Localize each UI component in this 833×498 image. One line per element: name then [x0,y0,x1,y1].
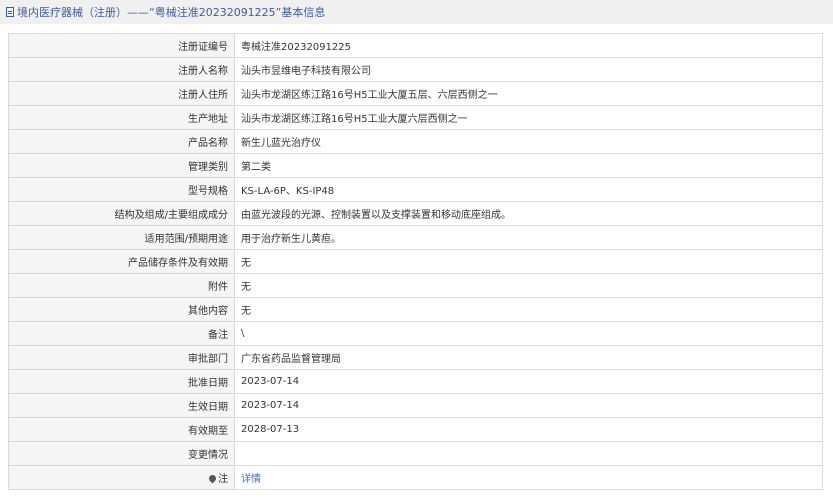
row-value: 无 [234,297,823,322]
row-label: 注册人住所 [8,81,235,106]
row-label: 变更情况 [8,441,235,466]
table-row: 审批部门 广东省药品监督管理局 [8,345,823,370]
row-label: 产品名称 [8,129,235,154]
row-value: 2023-07-14 [234,369,823,394]
row-value: 无 [234,273,823,298]
pin-icon [207,473,218,484]
table-row: 型号规格 KS-LA-6P、KS-IP48 [8,177,823,202]
table-row: 产品名称 新生儿蓝光治疗仪 [8,129,823,154]
row-value: 第二类 [234,153,823,178]
page-header: 境内医疗器械（注册）——“粤械注准20232091225”基本信息 [0,0,833,24]
row-value: KS-LA-6P、KS-IP48 [234,177,823,202]
table-row: 注册证编号 粤械注准20232091225 [8,33,823,58]
row-label: 适用范围/预期用途 [8,225,235,250]
row-label: 注册证编号 [8,33,235,58]
row-label: 结构及组成/主要组成成分 [8,201,235,226]
row-value: 2023-07-14 [234,393,823,418]
table-row: 其他内容 无 [8,297,823,322]
row-value: \ [234,321,823,346]
page-title: 境内医疗器械（注册）——“粤械注准20232091225”基本信息 [17,6,326,19]
table-row: 生效日期 2023-07-14 [8,393,823,418]
table-row: 注册人名称 汕头市昱维电子科技有限公司 [8,57,823,82]
table-row: 管理类别 第二类 [8,153,823,178]
table-row: 注册人住所 汕头市龙湖区练江路16号H5工业大厦五层、六层西侧之一 [8,81,823,106]
note-label-cell: 注 [8,465,235,490]
row-label: 其他内容 [8,297,235,322]
document-icon [6,7,14,17]
row-label: 生产地址 [8,105,235,130]
row-label: 有效期至 [8,417,235,442]
table-row: 适用范围/预期用途 用于治疗新生儿黄疸。 [8,225,823,250]
row-value [234,441,823,466]
row-value: 由蓝光波段的光源、控制装置以及支撑装置和移动底座组成。 [234,201,823,226]
table-row: 批准日期 2023-07-14 [8,369,823,394]
row-label: 生效日期 [8,393,235,418]
row-value: 汕头市龙湖区练江路16号H5工业大厦五层、六层西侧之一 [234,81,823,106]
row-value: 2028-07-13 [234,417,823,442]
table-row: 产品储存条件及有效期 无 [8,249,823,274]
details-link[interactable]: 详情 [241,474,261,485]
row-value: 用于治疗新生儿黄疸。 [234,225,823,250]
row-value: 粤械注准20232091225 [234,33,823,58]
row-label: 批准日期 [8,369,235,394]
row-value: 新生儿蓝光治疗仪 [234,129,823,154]
table-row: 备注 \ [8,321,823,346]
row-label: 管理类别 [8,153,235,178]
row-value: 汕头市昱维电子科技有限公司 [234,57,823,82]
row-value: 无 [234,249,823,274]
row-label: 附件 [8,273,235,298]
table-row: 变更情况 [8,441,823,466]
table-row: 生产地址 汕头市龙湖区练江路16号H5工业大厦六层西侧之一 [8,105,823,130]
row-label: 注册人名称 [8,57,235,82]
note-value-cell: 详情 [234,465,823,490]
row-label: 型号规格 [8,177,235,202]
row-label: 备注 [8,321,235,346]
row-label: 审批部门 [8,345,235,370]
table-row: 有效期至 2028-07-13 [8,417,823,442]
table-row: 结构及组成/主要组成成分 由蓝光波段的光源、控制装置以及支撑装置和移动底座组成。 [8,201,823,226]
row-label: 产品储存条件及有效期 [8,249,235,274]
note-label: 注 [218,474,228,485]
note-row: 注 详情 [8,465,823,490]
info-table: 注册证编号 粤械注准20232091225 注册人名称 汕头市昱维电子科技有限公… [8,33,823,490]
row-value: 汕头市龙湖区练江路16号H5工业大厦六层西侧之一 [234,105,823,130]
table-row: 附件 无 [8,273,823,298]
row-value: 广东省药品监督管理局 [234,345,823,370]
